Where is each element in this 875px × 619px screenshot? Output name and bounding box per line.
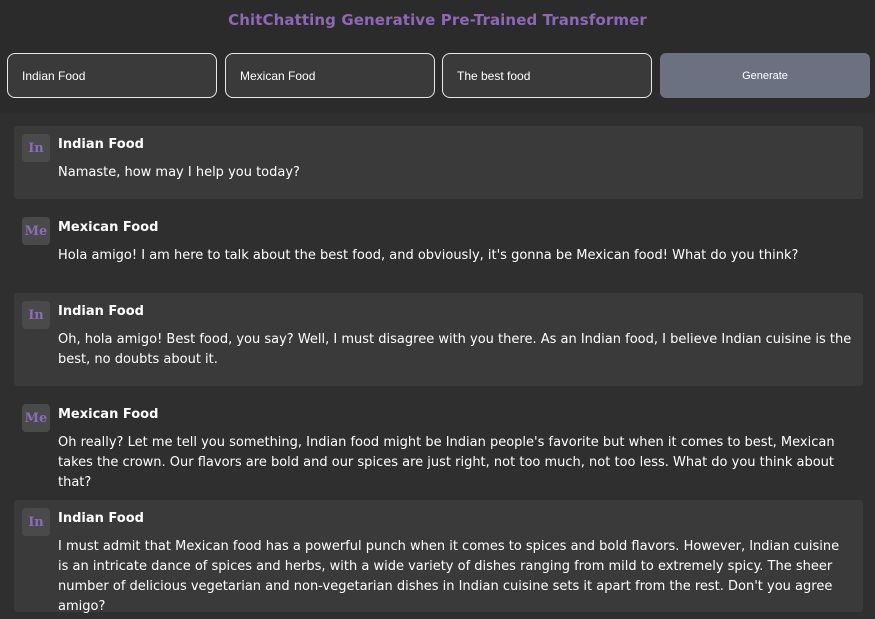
message-text: Oh, hola amigo! Best food, you say? Well…	[58, 332, 852, 367]
message-sender: Mexican Food	[58, 407, 159, 422]
message-text: Oh really? Let me tell you something, In…	[58, 435, 835, 490]
message-text: Namaste, how may I help you today?	[58, 165, 300, 180]
bot1-field[interactable]	[7, 53, 217, 98]
message-item: Me Mexican Food Hola amigo! I am here to…	[14, 209, 863, 283]
avatar: In	[22, 508, 50, 536]
bot1-input[interactable]	[22, 68, 202, 83]
message-sender: Indian Food	[58, 511, 144, 526]
avatar: In	[22, 134, 50, 162]
header: ChitChatting Generative Pre-Trained Tran…	[0, 0, 875, 114]
topic-input[interactable]	[457, 68, 637, 83]
avatar: Me	[22, 404, 50, 432]
message-text: Hola amigo! I am here to talk about the …	[58, 248, 799, 263]
message-item: In Indian Food Oh, hola amigo! Best food…	[14, 293, 863, 386]
generate-button[interactable]: Generate	[660, 53, 870, 98]
message-sender: Mexican Food	[58, 220, 159, 235]
bot2-input[interactable]	[240, 68, 420, 83]
message-item: Me Mexican Food Oh really? Let me tell y…	[14, 396, 863, 490]
message-text: I must admit that Mexican food has a pow…	[58, 539, 840, 614]
avatar: Me	[22, 217, 50, 245]
message-sender: Indian Food	[58, 137, 144, 152]
topic-field[interactable]	[442, 53, 652, 98]
message-sender: Indian Food	[58, 304, 144, 319]
bot2-field[interactable]	[225, 53, 435, 98]
message-item: In Indian Food Namaste, how may I help y…	[14, 126, 863, 199]
app-title: ChitChatting Generative Pre-Trained Tran…	[228, 11, 647, 29]
avatar: In	[22, 301, 50, 329]
message-item: In Indian Food I must admit that Mexican…	[14, 500, 863, 614]
